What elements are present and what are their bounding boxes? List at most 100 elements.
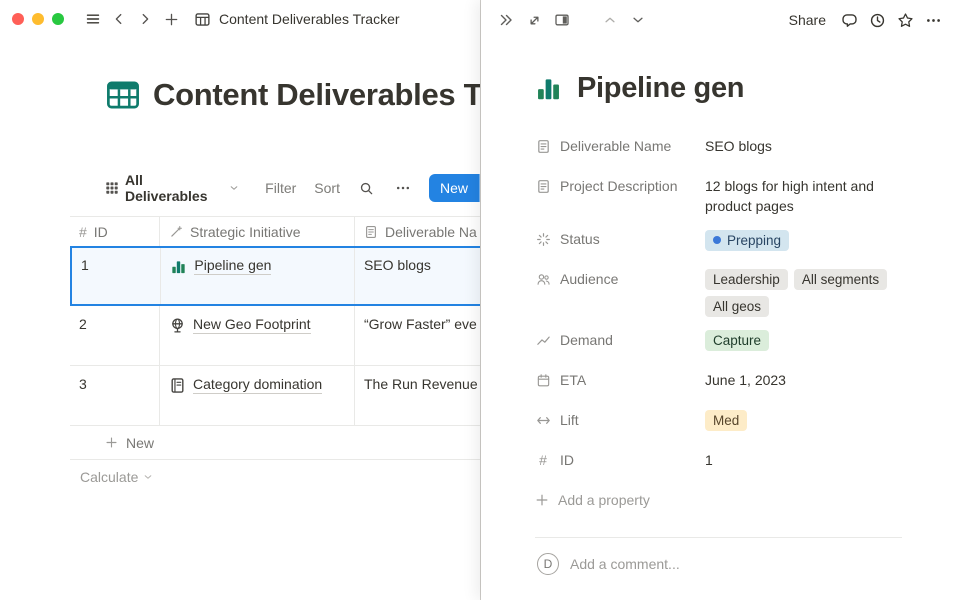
globe-icon bbox=[169, 317, 186, 334]
cell-id[interactable]: 3 bbox=[70, 366, 160, 425]
status-pill[interactable]: Prepping bbox=[705, 230, 789, 251]
hash-icon: # bbox=[79, 224, 87, 240]
previous-record-chevron-up-icon[interactable] bbox=[597, 7, 623, 33]
property-name: Audience bbox=[560, 271, 618, 287]
property-label[interactable]: # ID bbox=[535, 443, 705, 477]
page-link-label: Category domination bbox=[193, 376, 322, 394]
add-property-button[interactable]: Add a property bbox=[535, 483, 902, 517]
text-icon bbox=[535, 138, 551, 154]
property-name: Demand bbox=[560, 332, 613, 348]
page-icon-bar-chart[interactable] bbox=[535, 75, 562, 102]
property-value[interactable]: Prepping bbox=[705, 222, 902, 251]
close-window-button[interactable] bbox=[12, 13, 24, 25]
property-list: Deliverable Name SEO blogs Project Descr… bbox=[535, 129, 902, 517]
view-switcher[interactable]: All Deliverables bbox=[105, 172, 239, 204]
property-name: ETA bbox=[560, 372, 586, 388]
trend-chart-icon bbox=[535, 332, 551, 348]
main-window: Content Deliverables Tracker Content Del… bbox=[0, 0, 481, 600]
text-icon bbox=[364, 225, 378, 239]
window-topbar: Content Deliverables Tracker bbox=[0, 0, 480, 38]
property-label[interactable]: Deliverable Name bbox=[535, 129, 705, 163]
table-row[interactable]: 1 Pipeline gen SEO blogs bbox=[70, 246, 481, 306]
updates-clock-icon[interactable] bbox=[864, 7, 890, 33]
back-chevron-icon[interactable] bbox=[106, 6, 132, 32]
audience-tag[interactable]: Leadership bbox=[705, 269, 788, 290]
next-record-chevron-down-icon[interactable] bbox=[625, 7, 651, 33]
property-row-id: # ID 1 bbox=[535, 443, 902, 477]
page-link[interactable]: Pipeline gen bbox=[170, 257, 345, 275]
comment-input[interactable] bbox=[570, 556, 900, 572]
page-link-label: New Geo Footprint bbox=[193, 316, 311, 334]
demand-tag[interactable]: Capture bbox=[705, 330, 769, 351]
cell-deliverable[interactable]: The Run Revenue S bbox=[355, 366, 481, 425]
more-options-icon[interactable] bbox=[390, 175, 416, 201]
page-link[interactable]: New Geo Footprint bbox=[169, 316, 345, 334]
new-record-button[interactable]: New bbox=[429, 174, 481, 202]
cell-id[interactable]: 1 bbox=[72, 248, 161, 304]
property-label[interactable]: Audience bbox=[535, 262, 705, 296]
property-value[interactable]: SEO blogs bbox=[705, 129, 902, 156]
property-row-project-description: Project Description 12 blogs for high in… bbox=[535, 169, 902, 216]
property-row-eta: ETA June 1, 2023 bbox=[535, 363, 902, 397]
calculate-button[interactable]: Calculate bbox=[70, 460, 481, 494]
side-peek-layout-icon[interactable] bbox=[549, 7, 575, 33]
new-button-label[interactable]: New bbox=[429, 174, 479, 202]
property-row-lift: Lift Med bbox=[535, 403, 902, 437]
page-title[interactable]: Content Deliverables T bbox=[153, 77, 481, 113]
minimize-window-button[interactable] bbox=[32, 13, 44, 25]
audience-tag[interactable]: All geos bbox=[705, 296, 769, 317]
new-tab-plus-icon[interactable] bbox=[158, 6, 184, 32]
property-label[interactable]: Status bbox=[535, 222, 705, 256]
property-value[interactable]: 12 blogs for high intent and product pag… bbox=[705, 169, 902, 216]
tab-title: Content Deliverables Tracker bbox=[219, 11, 400, 27]
property-value[interactable]: Med bbox=[705, 403, 902, 431]
lift-tag[interactable]: Med bbox=[705, 410, 747, 431]
table-new-row-button[interactable]: New bbox=[70, 426, 481, 460]
cell-id[interactable]: 2 bbox=[70, 306, 160, 365]
table-row[interactable]: 3 Category domination The Run Revenue S bbox=[70, 366, 481, 426]
favorite-star-icon[interactable] bbox=[892, 7, 918, 33]
cell-deliverable[interactable]: SEO blogs bbox=[355, 248, 481, 304]
column-header-strategic-initiative[interactable]: Strategic Initiative bbox=[160, 217, 355, 246]
property-label[interactable]: ETA bbox=[535, 363, 705, 397]
property-label[interactable]: Demand bbox=[535, 323, 705, 357]
peek-panel: Share Pipeline gen bbox=[481, 0, 960, 600]
page-link[interactable]: Category domination bbox=[169, 376, 345, 394]
filter-button[interactable]: Filter bbox=[265, 180, 296, 196]
page-body: Content Deliverables T All Deliverables … bbox=[0, 74, 480, 494]
property-value[interactable]: June 1, 2023 bbox=[705, 363, 902, 390]
sidebar-menu-icon[interactable] bbox=[80, 6, 106, 32]
zoom-window-button[interactable] bbox=[52, 13, 64, 25]
page-icon-table[interactable] bbox=[105, 77, 141, 113]
journal-icon bbox=[169, 377, 186, 394]
audience-tag[interactable]: All segments bbox=[794, 269, 887, 290]
table-row[interactable]: 2 New Geo Footprint “Grow Faster” eve bbox=[70, 306, 481, 366]
property-row-status: Status Prepping bbox=[535, 222, 902, 256]
property-value[interactable]: Capture bbox=[705, 323, 902, 351]
cell-strategic-initiative[interactable]: Pipeline gen bbox=[161, 248, 355, 304]
column-header-id[interactable]: # ID bbox=[70, 217, 160, 246]
forward-chevron-icon[interactable] bbox=[132, 6, 158, 32]
sort-button[interactable]: Sort bbox=[314, 180, 340, 196]
property-row-deliverable-name: Deliverable Name SEO blogs bbox=[535, 129, 902, 163]
expand-full-page-icon[interactable] bbox=[521, 7, 547, 33]
column-header-deliverable-name[interactable]: Deliverable Na bbox=[355, 217, 481, 246]
property-label[interactable]: Project Description bbox=[535, 169, 705, 203]
window-tab[interactable]: Content Deliverables Tracker bbox=[194, 11, 400, 28]
property-value[interactable]: Leadership All segments All geos bbox=[705, 262, 902, 317]
property-label[interactable]: Lift bbox=[535, 403, 705, 437]
wand-icon bbox=[169, 225, 183, 239]
property-row-demand: Demand Capture bbox=[535, 323, 902, 357]
peek-page-title[interactable]: Pipeline gen bbox=[577, 72, 744, 105]
chevron-down-icon bbox=[229, 183, 239, 193]
traffic-lights bbox=[12, 13, 64, 25]
close-peek-double-chevron-icon[interactable] bbox=[493, 7, 519, 33]
search-icon[interactable] bbox=[354, 175, 380, 201]
comments-icon[interactable] bbox=[836, 7, 862, 33]
cell-deliverable[interactable]: “Grow Faster” eve bbox=[355, 306, 481, 365]
share-button[interactable]: Share bbox=[781, 12, 834, 28]
cell-strategic-initiative[interactable]: New Geo Footprint bbox=[160, 306, 355, 365]
cell-strategic-initiative[interactable]: Category domination bbox=[160, 366, 355, 425]
property-value[interactable]: 1 bbox=[705, 443, 902, 470]
more-options-icon[interactable] bbox=[920, 7, 946, 33]
